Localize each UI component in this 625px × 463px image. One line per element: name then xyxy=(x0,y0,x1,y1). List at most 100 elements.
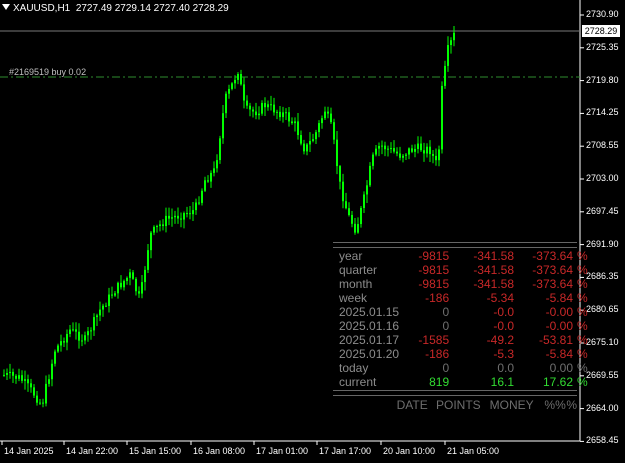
candle-body xyxy=(378,146,380,149)
candle-body xyxy=(129,272,131,278)
stats-row-suffix: % xyxy=(577,333,588,347)
candle-body xyxy=(327,111,329,114)
candle-body xyxy=(12,371,14,376)
stats-row-points: -186 xyxy=(425,347,450,361)
candle-body xyxy=(420,143,422,151)
candle-body xyxy=(318,123,320,133)
ohlc-values: 2727.49 2729.14 2727.40 2728.29 xyxy=(75,3,229,14)
stats-legend: DATE POINTS MONEY %% % xyxy=(333,397,577,413)
candle-body xyxy=(345,201,347,209)
candle-body xyxy=(222,113,224,139)
stats-row-label: 2025.01.20 xyxy=(339,347,400,361)
stats-row: month -9815 -341.58 -373.64% xyxy=(333,277,588,291)
time-tick-label: 17 Jan 01:00 xyxy=(256,446,309,456)
candle-body xyxy=(132,272,134,279)
stats-row-money: -5.34 xyxy=(486,291,515,305)
candle-body xyxy=(42,402,44,404)
stats-row-money: -341.58 xyxy=(473,277,515,291)
candle-body xyxy=(18,375,20,379)
candle-body xyxy=(324,111,326,119)
stats-row-suffix: % xyxy=(577,263,588,277)
price-tick-label: 2703.00 xyxy=(586,173,619,183)
stats-row-label: 2025.01.17 xyxy=(339,333,400,347)
stats-row: today 0 0.0 0.00% xyxy=(333,361,588,375)
candle-body xyxy=(447,45,449,66)
candle-body xyxy=(258,113,260,116)
legend-pct: %% xyxy=(544,398,566,412)
candle-body xyxy=(198,202,200,204)
candle-body xyxy=(201,190,203,203)
candle-body xyxy=(228,88,230,94)
candle-body xyxy=(15,375,17,379)
stats-row-points: -9815 xyxy=(418,263,450,277)
candle-body xyxy=(336,139,338,167)
candle-body xyxy=(411,148,413,152)
candle-body xyxy=(153,226,155,233)
candle-body xyxy=(45,383,47,404)
candle-body xyxy=(393,148,395,152)
stats-row-suffix: % xyxy=(577,249,588,263)
legend-suffix: % xyxy=(566,398,577,412)
candle-body xyxy=(114,293,116,296)
candle-body xyxy=(408,148,410,155)
candle-body xyxy=(426,146,428,154)
candle-body xyxy=(309,140,311,145)
stats-row: quarter -9815 -341.58 -373.64% xyxy=(333,263,588,277)
time-tick-label: 15 Jan 15:00 xyxy=(129,446,182,456)
candle-body xyxy=(174,215,176,218)
candle-body xyxy=(261,102,263,114)
candle-body xyxy=(165,215,167,227)
candle-body xyxy=(219,138,221,161)
candle-body xyxy=(138,291,140,294)
candle-body xyxy=(363,194,365,209)
dropdown-arrow-icon[interactable] xyxy=(2,4,10,10)
candle-body xyxy=(333,122,335,140)
price-tick-label: 2658.45 xyxy=(586,435,619,446)
candle-body xyxy=(216,160,218,169)
candle-body xyxy=(303,143,305,152)
candle-body xyxy=(360,208,362,225)
candle-body xyxy=(144,269,146,283)
candle-body xyxy=(294,121,296,124)
candle-body xyxy=(33,387,35,396)
candle-body xyxy=(243,84,245,101)
stats-rows: year -9815 -341.58 -373.64% quarter -9815 -341… xyxy=(333,249,588,389)
current-price-tag: 2728.29 xyxy=(582,25,620,37)
candle-body xyxy=(300,135,302,144)
stats-row-money: -0.0 xyxy=(493,305,515,319)
stats-row-percent: -373.64 xyxy=(532,263,573,277)
stats-row-label: 2025.01.16 xyxy=(339,319,400,333)
price-tick-label: 2680.65 xyxy=(586,304,619,315)
candle-body xyxy=(453,32,455,41)
price-tick-label: 2725.35 xyxy=(586,41,619,52)
candle-body xyxy=(285,112,287,114)
candle-body xyxy=(87,331,89,336)
stats-row-suffix: % xyxy=(577,361,588,375)
stats-row: 2025.01.17 -1585 -49.2 -53.81% xyxy=(333,333,588,347)
time-tick-label: 14 Jan 22:00 xyxy=(66,446,119,456)
candle-body xyxy=(273,104,275,113)
time-tick-label: 16 Jan 08:00 xyxy=(193,446,246,456)
candle-body xyxy=(6,373,8,375)
price-tick-label: 2730.90 xyxy=(586,9,619,19)
candle-body xyxy=(372,154,374,166)
candle-body xyxy=(381,145,383,147)
candle-body xyxy=(54,351,56,364)
stats-row-percent: -0.00 xyxy=(545,305,573,319)
candle-body xyxy=(192,210,194,215)
price-tick-label: 2719.80 xyxy=(586,74,619,85)
top-separator xyxy=(333,242,577,248)
stats-row-label: quarter xyxy=(339,263,378,277)
stats-row-suffix: % xyxy=(577,347,588,361)
candle-body xyxy=(27,379,29,384)
stats-row-suffix: % xyxy=(577,319,588,333)
chart-header: XAUUSD,H1 2727.49 2729.14 2727.40 2728.2… xyxy=(2,3,229,14)
candle-body xyxy=(30,383,32,388)
stats-row-money: -0.0 xyxy=(493,319,515,333)
stats-row: current 819 16.1 17.62% xyxy=(333,375,588,389)
candle-body xyxy=(66,333,68,343)
candle-body xyxy=(405,154,407,156)
candle-body xyxy=(177,215,179,219)
candle-body xyxy=(276,111,278,113)
candle-body xyxy=(267,104,269,108)
